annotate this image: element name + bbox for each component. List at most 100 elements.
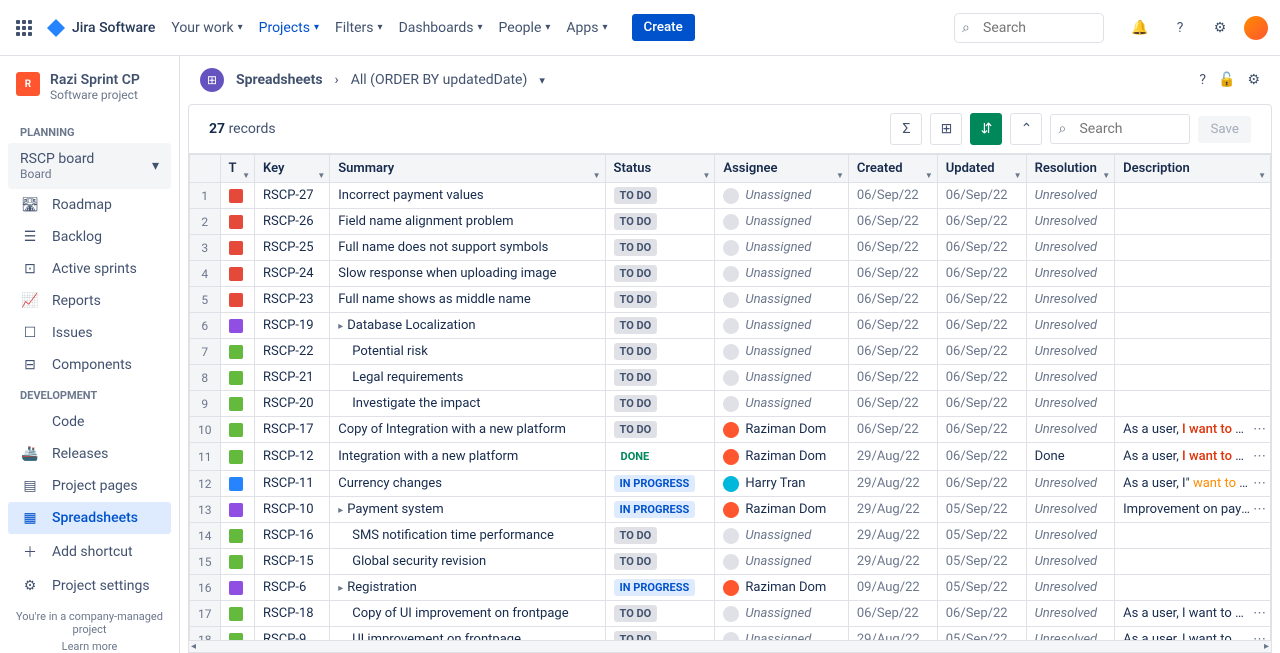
status-cell[interactable]: TO DO	[605, 391, 715, 417]
breadcrumb-filter[interactable]: All (ORDER BY updatedDate)	[351, 72, 528, 88]
sidebar-item-components[interactable]: ⊟Components	[8, 349, 171, 381]
summary-cell[interactable]: Copy of Integration with a new platform	[330, 417, 605, 443]
type-cell[interactable]	[220, 627, 255, 642]
key-cell[interactable]: RSCP-16	[255, 523, 330, 549]
more-icon[interactable]: ⋯	[1253, 422, 1266, 437]
hierarchy-button[interactable]: ⇵	[970, 113, 1002, 145]
sidebar-item-backlog[interactable]: ☰Backlog	[8, 221, 171, 253]
assignee-cell[interactable]: Unassigned	[715, 627, 848, 642]
key-cell[interactable]: RSCP-23	[255, 287, 330, 313]
description-cell[interactable]: As a user, I want to have⋯	[1115, 443, 1271, 471]
updated-cell[interactable]: 06/Sep/22	[937, 313, 1026, 339]
key-cell[interactable]: RSCP-20	[255, 391, 330, 417]
col-resolution[interactable]: Resolution▼	[1026, 155, 1115, 183]
updated-cell[interactable]: 06/Sep/22	[937, 339, 1026, 365]
type-cell[interactable]	[220, 549, 255, 575]
tree-toggle-icon[interactable]: ▸	[338, 505, 343, 516]
table-row[interactable]: 18RSCP-9UI improvement on frontpageTO DO…	[190, 627, 1271, 642]
status-cell[interactable]: TO DO	[605, 183, 715, 209]
table-search[interactable]: ⌕	[1050, 114, 1190, 144]
description-cell[interactable]	[1115, 549, 1271, 575]
summary-cell[interactable]: Currency changes	[330, 471, 605, 497]
tree-toggle-icon[interactable]: ▸	[338, 583, 343, 594]
resolution-cell[interactable]: Unresolved	[1026, 391, 1115, 417]
table-row[interactable]: 7RSCP-22Potential riskTO DOUnassigned06/…	[190, 339, 1271, 365]
assignee-cell[interactable]: Unassigned	[715, 183, 848, 209]
assignee-cell[interactable]: Unassigned	[715, 287, 848, 313]
row-number[interactable]: 18	[190, 627, 221, 642]
more-icon[interactable]: ⋯	[1253, 476, 1266, 491]
updated-cell[interactable]: 06/Sep/22	[937, 183, 1026, 209]
created-cell[interactable]: 06/Sep/22	[848, 287, 937, 313]
notifications-icon[interactable]: 🔔	[1124, 12, 1156, 44]
row-number[interactable]: 14	[190, 523, 221, 549]
description-cell[interactable]: As a user, I" want to have"⋯	[1115, 471, 1271, 497]
nav-your-work[interactable]: Your work ▾	[163, 16, 250, 40]
key-cell[interactable]: RSCP-10	[255, 497, 330, 523]
key-cell[interactable]: RSCP-25	[255, 235, 330, 261]
resolution-cell[interactable]: Unresolved	[1026, 183, 1115, 209]
type-cell[interactable]	[220, 497, 255, 523]
assignee-cell[interactable]: Unassigned	[715, 601, 848, 627]
updated-cell[interactable]: 05/Sep/22	[937, 497, 1026, 523]
type-cell[interactable]	[220, 417, 255, 443]
summary-cell[interactable]: Field name alignment problem	[330, 209, 605, 235]
assignee-cell[interactable]: Unassigned	[715, 391, 848, 417]
column-menu-icon[interactable]: ▼	[1258, 171, 1266, 180]
type-cell[interactable]	[220, 287, 255, 313]
table-row[interactable]: 1RSCP-27Incorrect payment valuesTO DOUna…	[190, 183, 1271, 209]
column-menu-icon[interactable]: ▼	[317, 171, 325, 180]
created-cell[interactable]: 06/Sep/22	[848, 261, 937, 287]
more-icon[interactable]: ⋯	[1253, 502, 1266, 517]
sidebar-item-issues[interactable]: ☐Issues	[8, 317, 171, 349]
tree-toggle-icon[interactable]: ▸	[338, 321, 343, 332]
updated-cell[interactable]: 06/Sep/22	[937, 209, 1026, 235]
sidebar-item-spreadsheets[interactable]: ▦Spreadsheets	[8, 502, 171, 534]
description-cell[interactable]	[1115, 365, 1271, 391]
description-cell[interactable]	[1115, 183, 1271, 209]
summary-cell[interactable]: Full name does not support symbols	[330, 235, 605, 261]
settings-icon[interactable]: ⚙	[1204, 12, 1236, 44]
horizontal-scrollbar[interactable]	[188, 641, 1272, 653]
column-menu-icon[interactable]: ▼	[836, 171, 844, 180]
table-row[interactable]: 6RSCP-19▸Database LocalizationTO DOUnass…	[190, 313, 1271, 339]
type-cell[interactable]	[220, 471, 255, 497]
table-row[interactable]: 14RSCP-16SMS notification time performan…	[190, 523, 1271, 549]
key-cell[interactable]: RSCP-15	[255, 549, 330, 575]
table-row[interactable]: 12RSCP-11Currency changesIN PROGRESSHarr…	[190, 471, 1271, 497]
jira-logo[interactable]: Jira Software	[44, 16, 155, 40]
col-key[interactable]: Key▼	[255, 155, 330, 183]
more-icon[interactable]: ⋯	[1253, 632, 1266, 641]
table-row[interactable]: 16RSCP-6▸RegistrationIN PROGRESSRaziman …	[190, 575, 1271, 601]
type-cell[interactable]	[220, 601, 255, 627]
updated-cell[interactable]: 05/Sep/22	[937, 627, 1026, 642]
updated-cell[interactable]: 06/Sep/22	[937, 365, 1026, 391]
status-cell[interactable]: TO DO	[605, 417, 715, 443]
resolution-cell[interactable]: Unresolved	[1026, 601, 1115, 627]
description-cell[interactable]	[1115, 523, 1271, 549]
chevron-down-icon[interactable]: ▾	[539, 74, 545, 87]
status-cell[interactable]: TO DO	[605, 235, 715, 261]
status-cell[interactable]: TO DO	[605, 601, 715, 627]
app-switcher-icon[interactable]	[12, 16, 36, 40]
description-cell[interactable]	[1115, 391, 1271, 417]
key-cell[interactable]: RSCP-18	[255, 601, 330, 627]
help-icon[interactable]: ?	[1164, 12, 1196, 44]
row-number[interactable]: 3	[190, 235, 221, 261]
assignee-cell[interactable]: Unassigned	[715, 365, 848, 391]
sidebar-item-roadmap[interactable]: 🛣Roadmap	[8, 189, 171, 221]
row-number[interactable]: 16	[190, 575, 221, 601]
created-cell[interactable]: 06/Sep/22	[848, 365, 937, 391]
table-row[interactable]: 8RSCP-21Legal requirementsTO DOUnassigne…	[190, 365, 1271, 391]
created-cell[interactable]: 29/Aug/22	[848, 523, 937, 549]
sidebar-item-code[interactable]: Code	[8, 406, 171, 438]
table-row[interactable]: 15RSCP-15Global security revisionTO DOUn…	[190, 549, 1271, 575]
row-number[interactable]: 6	[190, 313, 221, 339]
created-cell[interactable]: 29/Aug/22	[848, 471, 937, 497]
column-menu-icon[interactable]: ▼	[593, 171, 601, 180]
user-avatar[interactable]	[1244, 16, 1268, 40]
lock-icon[interactable]: 🔓	[1218, 72, 1235, 88]
status-cell[interactable]: TO DO	[605, 549, 715, 575]
type-cell[interactable]	[220, 313, 255, 339]
row-number[interactable]: 15	[190, 549, 221, 575]
